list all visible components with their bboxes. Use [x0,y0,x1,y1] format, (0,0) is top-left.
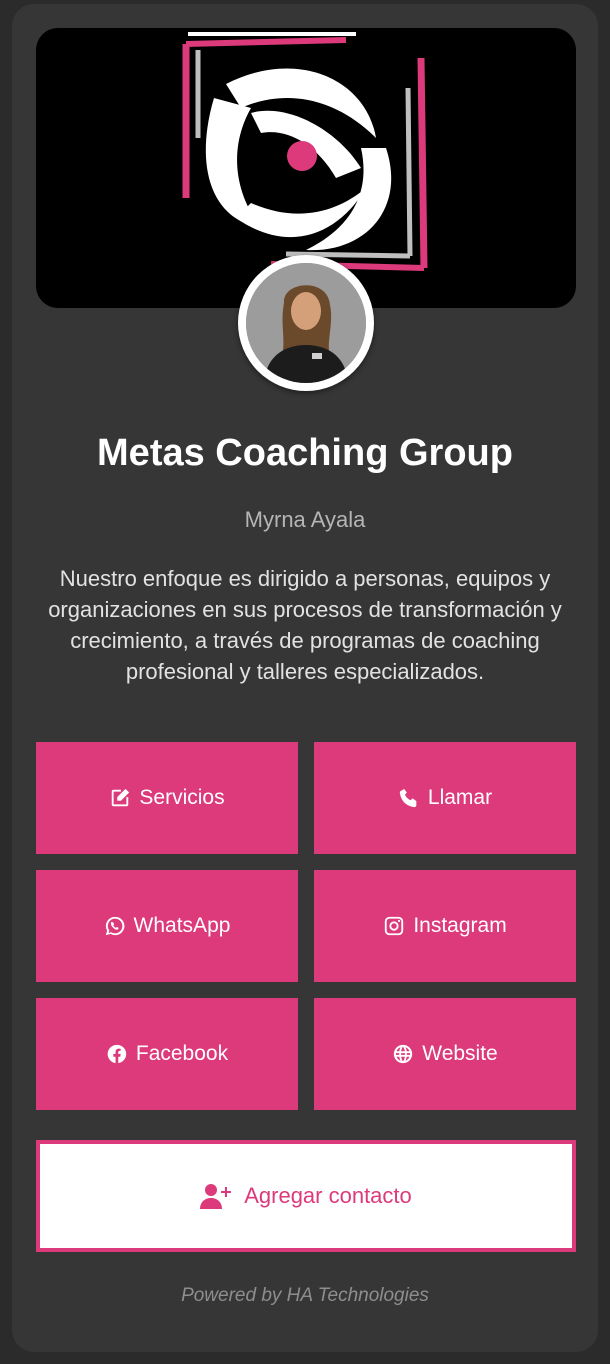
facebook-button[interactable]: Facebook [36,998,298,1110]
person-name: Myrna Ayala [244,507,366,532]
servicios-button[interactable]: Servicios [36,742,298,854]
phone-icon [399,788,417,808]
facebook-icon [107,1044,127,1064]
website-label: Website [422,1042,498,1065]
footer-powered-by: Powered by HA Technologies [181,1285,429,1306]
servicios-label: Servicios [139,786,225,809]
whatsapp-icon [105,916,124,936]
avatar [238,255,374,391]
instagram-button[interactable]: Instagram [314,870,576,982]
profile-card: Metas Coaching Group Myrna Ayala Nuestro… [12,4,598,1352]
whatsapp-label: WhatsApp [133,914,231,937]
page-title: Metas Coaching Group [97,432,513,474]
llamar-button[interactable]: Llamar [314,742,576,854]
description: Nuestro enfoque es dirigido a personas, … [48,566,562,684]
whatsapp-button[interactable]: WhatsApp [36,870,298,982]
user-plus-icon [200,1184,232,1209]
globe-icon [394,1044,413,1064]
add-contact-label: Agregar contacto [244,1183,412,1208]
instagram-icon [385,916,404,936]
instagram-label: Instagram [413,914,507,937]
add-contact-button[interactable]: Agregar contacto [36,1140,576,1252]
facebook-label: Facebook [135,1042,229,1065]
llamar-label: Llamar [427,786,493,809]
edit-icon [112,788,130,807]
avatar-photo [246,263,366,383]
website-button[interactable]: Website [314,998,576,1110]
